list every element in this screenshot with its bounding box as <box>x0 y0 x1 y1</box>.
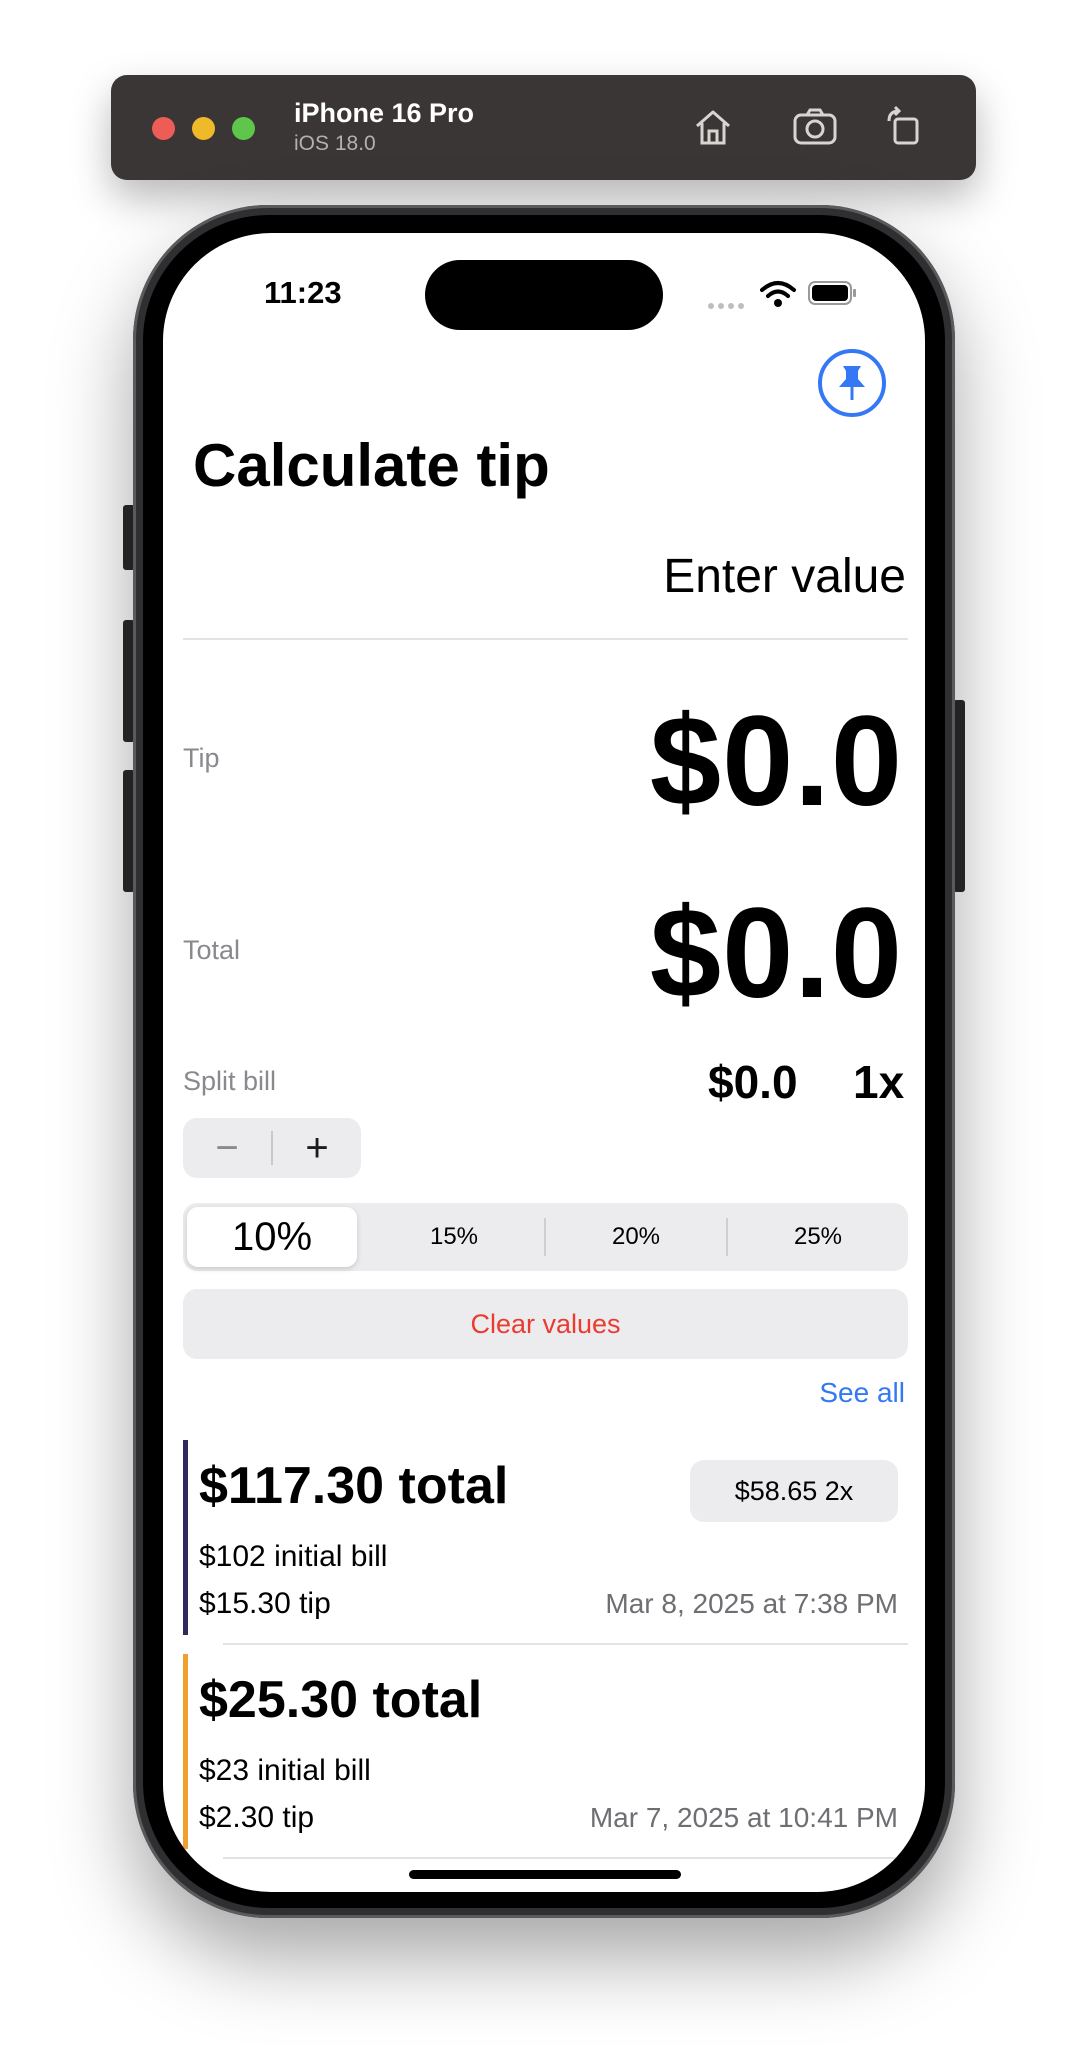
card-initial-bill: $102 initial bill <box>199 1540 388 1573</box>
card-tip: $15.30 tip <box>199 1587 331 1620</box>
card-date: Mar 8, 2025 at 7:38 PM <box>605 1588 898 1619</box>
wifi-icon <box>760 280 796 308</box>
zoom-window-button[interactable] <box>232 117 255 140</box>
home-indicator <box>409 1870 681 1879</box>
split-amount: $0.0 <box>708 1056 798 1108</box>
clear-values-button[interactable]: Clear values <box>183 1289 908 1359</box>
card-total: $117.30 total <box>199 1457 509 1515</box>
tip-option-15[interactable]: 15% <box>364 1203 544 1271</box>
history-card[interactable]: $25.30 total $23 initial bill $2.30 tip … <box>183 1654 908 1849</box>
tip-label: Tip <box>183 743 220 773</box>
card-divider <box>223 1857 908 1859</box>
total-label: Total <box>183 935 241 965</box>
status-time: 11:23 <box>264 275 342 310</box>
split-bill-label: Split bill <box>183 1066 277 1096</box>
tip-percentage-picker: 10% 15% 20% 25% <box>183 1203 908 1271</box>
app-screen: 11:23 Calculate tip Tip $0.0 Total $0.0 … <box>163 233 925 1892</box>
see-all-link[interactable]: See all <box>819 1377 905 1409</box>
card-total: $25.30 total <box>199 1671 483 1729</box>
card-date: Mar 7, 2025 at 10:41 PM <box>589 1802 898 1833</box>
tip-option-20[interactable]: 20% <box>546 1203 726 1271</box>
increment-button[interactable]: + <box>273 1118 361 1178</box>
split-badge: $58.65 2x <box>690 1460 898 1522</box>
split-count: 1x <box>853 1056 905 1108</box>
tip-option-10[interactable]: 10% <box>187 1207 357 1267</box>
cellular-icon <box>708 296 748 314</box>
split-stepper: − + <box>183 1118 361 1178</box>
minimize-window-button[interactable] <box>192 117 215 140</box>
close-window-button[interactable] <box>152 117 175 140</box>
card-accent-bar <box>183 1440 188 1635</box>
input-divider <box>183 638 908 640</box>
dynamic-island <box>425 260 663 330</box>
tip-option-25[interactable]: 25% <box>728 1203 908 1271</box>
simulator-os-version: iOS 18.0 <box>294 132 376 155</box>
history-card[interactable]: $117.30 total $58.65 2x $102 initial bil… <box>183 1440 908 1635</box>
page-title: Calculate tip <box>193 432 550 499</box>
bill-amount-input[interactable] <box>183 551 906 601</box>
decrement-button[interactable]: − <box>183 1118 271 1178</box>
pin-icon <box>839 366 865 400</box>
battery-icon <box>808 281 858 306</box>
card-initial-bill: $23 initial bill <box>199 1754 371 1787</box>
tip-value: $0.0 <box>649 690 903 833</box>
screenshot-icon[interactable] <box>791 105 837 149</box>
card-divider <box>223 1643 908 1645</box>
card-tip: $2.30 tip <box>199 1801 315 1834</box>
simulator-device-name: iPhone 16 Pro <box>294 98 475 128</box>
total-value: $0.0 <box>649 882 903 1025</box>
simulator-title-bar: iPhone 16 Pro iOS 18.0 <box>111 75 976 180</box>
rotate-icon[interactable] <box>883 105 927 149</box>
pin-button[interactable] <box>818 349 886 417</box>
card-accent-bar <box>183 1654 188 1849</box>
home-icon[interactable] <box>691 105 735 149</box>
